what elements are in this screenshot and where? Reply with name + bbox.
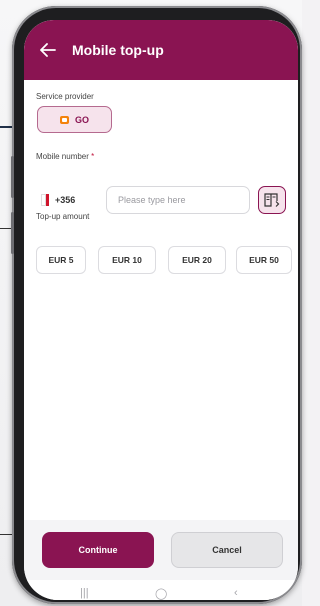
back-arrow-icon[interactable] bbox=[40, 43, 56, 57]
mobile-number-input[interactable] bbox=[106, 186, 250, 214]
amount-option-eur-20[interactable]: EUR 20 bbox=[168, 246, 226, 274]
provider-go-button[interactable]: GO bbox=[37, 106, 112, 133]
contacts-book-icon bbox=[264, 193, 280, 207]
page-title: Mobile top-up bbox=[72, 42, 164, 58]
amount-option-eur-50[interactable]: EUR 50 bbox=[236, 246, 292, 274]
service-provider-label: Service provider bbox=[36, 92, 94, 101]
volume-button bbox=[11, 212, 14, 254]
mobile-number-label: Mobile number * bbox=[36, 152, 94, 161]
amount-option-eur-5[interactable]: EUR 5 bbox=[36, 246, 86, 274]
provider-name: GO bbox=[74, 114, 89, 125]
app-header: Mobile top-up bbox=[24, 20, 298, 80]
mobile-number-label-text: Mobile number bbox=[36, 152, 89, 161]
go-logo-icon bbox=[59, 115, 69, 124]
contacts-button[interactable] bbox=[258, 186, 286, 214]
topup-amount-options: EUR 5 EUR 10 EUR 20 EUR 50 bbox=[36, 246, 298, 274]
continue-button[interactable]: Continue bbox=[42, 532, 154, 568]
system-nav-bar: ||| ◯ ‹ bbox=[24, 580, 298, 600]
volume-button bbox=[11, 156, 14, 198]
recent-apps-icon[interactable]: ||| bbox=[80, 587, 89, 599]
home-icon[interactable]: ◯ bbox=[155, 587, 167, 600]
country-code: +356 bbox=[55, 195, 76, 205]
amount-option-eur-10[interactable]: EUR 10 bbox=[98, 246, 156, 274]
required-mark: * bbox=[91, 152, 95, 161]
malta-flag-icon bbox=[41, 194, 49, 206]
nav-back-icon[interactable]: ‹ bbox=[234, 587, 238, 599]
country-code-selector[interactable]: +356 bbox=[37, 186, 101, 214]
cancel-button[interactable]: Cancel bbox=[171, 532, 283, 568]
topup-amount-label: Top-up amount bbox=[36, 212, 90, 221]
app-screen: Mobile top-up Service provider GO Mobile… bbox=[24, 20, 298, 600]
